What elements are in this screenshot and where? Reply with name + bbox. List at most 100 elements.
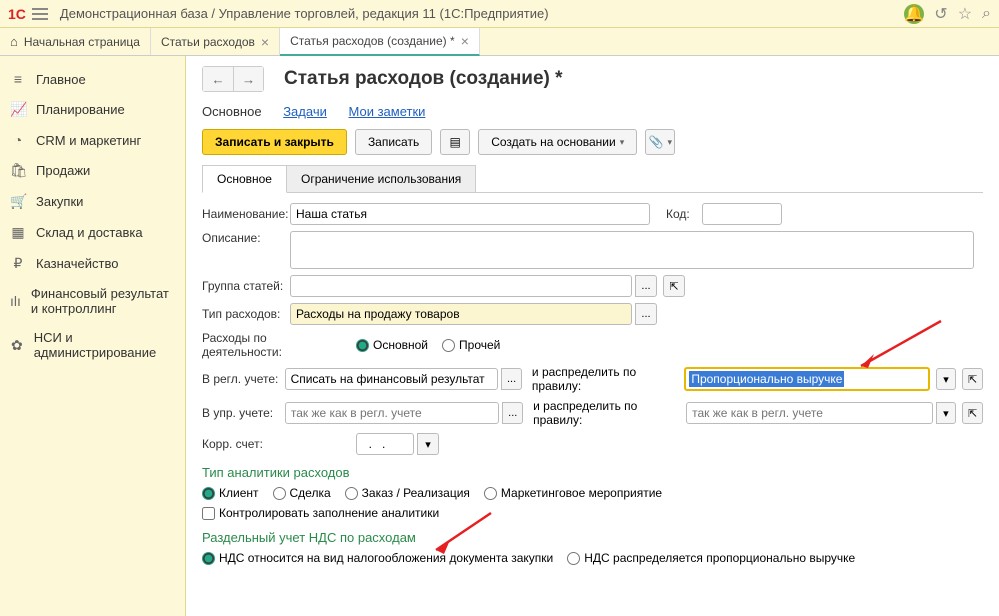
regl-label: В регл. учете: [202, 372, 279, 386]
analytics-client-radio[interactable]: Клиент [202, 486, 259, 500]
name-input[interactable] [290, 203, 650, 225]
open-icon[interactable]: ⇱ [962, 402, 983, 424]
subnav-notes[interactable]: Мои заметки [348, 104, 425, 119]
subnav-tasks[interactable]: Задачи [283, 104, 327, 119]
form-tab-restrict[interactable]: Ограничение использования [286, 165, 476, 192]
sidebar-icon: ılı [10, 293, 21, 309]
control-checkbox[interactable]: Контролировать заполнение аналитики [202, 506, 439, 520]
select-icon[interactable]: ... [635, 275, 657, 297]
analytics-order-radio[interactable]: Заказ / Реализация [345, 486, 470, 500]
close-icon[interactable]: × [261, 34, 269, 50]
create-based-button[interactable]: Создать на основании▾ [478, 129, 637, 155]
tab-home[interactable]: ⌂ Начальная страница [0, 28, 151, 55]
window-title: Демонстрационная база / Управление торго… [60, 6, 904, 21]
sidebar-item-0[interactable]: ≡Главное [0, 64, 185, 94]
sidebar-label: Казначейство [36, 256, 118, 271]
history-icon[interactable]: ↺ [934, 4, 947, 24]
tab-label: Статьи расходов [161, 35, 255, 49]
sidebar-label: Финансовый результат и контроллинг [31, 286, 175, 316]
sidebar-item-2[interactable]: ◔CRM и маркетинг [0, 125, 185, 155]
subnav-main[interactable]: Основное [202, 104, 262, 119]
regl-input[interactable] [285, 368, 499, 390]
sidebar-label: НСИ и администрирование [34, 330, 175, 360]
home-icon: ⌂ [10, 34, 18, 49]
sidebar-icon: ▦ [10, 224, 26, 241]
code-input[interactable] [702, 203, 782, 225]
sidebar-label: Главное [36, 72, 86, 87]
upr-label: В упр. учете: [202, 406, 279, 420]
analytics-title: Тип аналитики расходов [202, 465, 983, 480]
sidebar-item-6[interactable]: ₽ Казначейство [0, 248, 185, 279]
analytics-marketing-radio[interactable]: Маркетинговое мероприятие [484, 486, 662, 500]
analytics-deal-radio[interactable]: Сделка [273, 486, 331, 500]
open-icon[interactable]: ⇱ [663, 275, 685, 297]
sidebar: ≡Главное 📈 Планирование ◔CRM и маркетинг🛍Пр… [0, 56, 186, 616]
star-icon[interactable]: ☆ [958, 4, 972, 24]
close-icon[interactable]: × [461, 33, 469, 49]
activity-other-radio[interactable]: Прочей [442, 338, 500, 352]
korr-input[interactable] [356, 433, 414, 455]
dropdown-icon[interactable]: ▾ [936, 402, 957, 424]
sidebar-label: Планирование [36, 102, 125, 117]
sidebar-icon: 🛒 [10, 193, 26, 210]
vat-prop-radio[interactable]: НДС распределяется пропорционально выруч… [567, 551, 855, 565]
type-label: Тип расходов: [202, 307, 284, 321]
open-icon[interactable]: ⇱ [962, 368, 983, 390]
save-close-button[interactable]: Записать и закрыть [202, 129, 347, 155]
menu-icon[interactable] [32, 8, 48, 20]
sidebar-icon: ✿ [10, 337, 24, 354]
group-input[interactable] [290, 275, 632, 297]
select-icon[interactable]: ... [635, 303, 657, 325]
desc-input[interactable] [290, 231, 974, 269]
code-label: Код: [666, 207, 696, 221]
sidebar-icon: ₽ [10, 255, 26, 272]
vat-title: Раздельный учет НДС по расходам [202, 530, 983, 545]
subnav: Основное Задачи Мои заметки [202, 104, 983, 119]
content: ← → Статья расходов (создание) * Основно… [186, 56, 999, 616]
tabbar: ⌂ Начальная страница Статьи расходов × С… [0, 28, 999, 56]
distribute-input[interactable]: Пропорционально выручке [684, 367, 929, 391]
sidebar-item-8[interactable]: ✿ НСИ и администрирование [0, 323, 185, 367]
activity-label: Расходы по деятельности: [202, 331, 342, 359]
sidebar-item-5[interactable]: ▦ Склад и доставка [0, 217, 185, 248]
list-button[interactable]: ▤ [440, 129, 470, 155]
tab-articles[interactable]: Статьи расходов × [151, 28, 280, 55]
sidebar-item-4[interactable]: 🛒 Закупки [0, 186, 185, 217]
sidebar-label: CRM и маркетинг [36, 133, 141, 148]
desc-label: Описание: [202, 231, 284, 245]
sidebar-item-3[interactable]: 🛍Продажи [0, 155, 185, 186]
name-label: Наименование: [202, 207, 284, 221]
page-title: Статья расходов (создание) * [284, 68, 563, 90]
korr-label: Корр. счет: [202, 437, 284, 451]
search-icon[interactable]: ⌕ [982, 5, 991, 23]
save-button[interactable]: Записать [355, 129, 432, 155]
titlebar: 1C Демонстрационная база / Управление то… [0, 0, 999, 28]
bell-icon[interactable]: 🔔 [904, 4, 924, 24]
activity-main-radio[interactable]: Основной [356, 338, 428, 352]
select-icon[interactable]: ... [502, 402, 523, 424]
form-tab-main[interactable]: Основное [202, 165, 287, 193]
upr-input[interactable] [285, 402, 500, 424]
select-icon[interactable]: ... [501, 368, 522, 390]
dropdown-icon[interactable]: ▾ [936, 368, 957, 390]
title-icons: 🔔 ↺ ☆ ⌕ [904, 4, 991, 24]
dropdown-icon[interactable]: ▾ [417, 433, 439, 455]
sidebar-label: Склад и доставка [36, 225, 143, 240]
group-label: Группа статей: [202, 279, 284, 293]
back-button[interactable]: ← [203, 67, 233, 91]
tab-article-create[interactable]: Статья расходов (создание) * × [280, 28, 480, 56]
sidebar-item-1[interactable]: 📈 Планирование [0, 94, 185, 125]
distribute2-label: и распределить по правилу: [533, 399, 680, 427]
sidebar-item-7[interactable]: ılı Финансовый результат и контроллинг [0, 279, 185, 323]
type-input[interactable] [290, 303, 632, 325]
tab-label: Начальная страница [24, 35, 140, 49]
attach-button[interactable]: 📎▾ [645, 129, 675, 155]
sidebar-icon: 📈 [10, 101, 26, 118]
sidebar-label: Закупки [36, 194, 83, 209]
distribute-label: и распределить по правилу: [532, 365, 678, 393]
nav-buttons: ← → [202, 66, 264, 92]
distribute2-input[interactable] [686, 402, 932, 424]
vat-doc-radio[interactable]: НДС относится на вид налогообложения док… [202, 551, 553, 565]
forward-button[interactable]: → [233, 67, 263, 91]
app-logo: 1C [8, 6, 26, 22]
